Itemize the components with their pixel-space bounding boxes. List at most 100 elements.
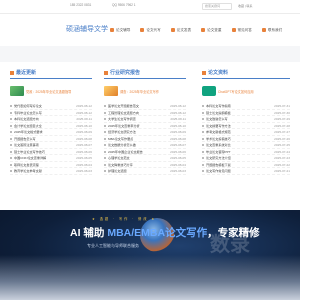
list-item-title-text[interactable]: 论文降重技巧分享 [108, 163, 133, 167]
list-item-title-text[interactable]: 专科毕业论文怎么写 [14, 111, 42, 115]
bullet-icon [104, 144, 106, 147]
list-item-title[interactable]: 论文写作常见问题 [202, 168, 231, 174]
list-item[interactable]: 护理论文选题 2025-08-03 [104, 168, 186, 175]
featured-title[interactable]: 党政：2025年毕业论文选题指导 [26, 89, 71, 94]
list-item-title[interactable]: 论文摘要写作方法 [202, 123, 231, 129]
list-item-title-text[interactable]: 论文写作常见问题 [206, 169, 231, 173]
list-item-title[interactable]: MBA论文写作要点 [104, 136, 133, 142]
list-item-title[interactable]: 论文致谢怎么写 [202, 116, 228, 122]
featured-item[interactable]: 党政：2025年毕业论文选题指导 [10, 85, 92, 97]
featured-title[interactable]: 调查：2025年毕业论文写作 [120, 89, 159, 94]
list-item-title[interactable]: 本科论文写作指南 [202, 103, 231, 109]
article-list: 医学论文开题报告范文 2025-08-12 工程管理论文选题方向 2025-08-12… [104, 103, 186, 175]
list-item-title-text[interactable]: 大学生论文写作调查 [108, 117, 136, 121]
list-item-title-text[interactable]: MBA论文写作要点 [108, 137, 133, 141]
list-item-title[interactable]: 开题报告怎么写 [10, 136, 36, 142]
nav-item-5[interactable]: 联系我们 [261, 28, 282, 33]
list-item-title-text[interactable]: 毕业论文答辩PPT [206, 150, 231, 154]
list-item-title-text[interactable]: 2025年论文格式要求 [14, 130, 43, 134]
list-item-title[interactable]: 专科毕业论文怎么写 [10, 110, 42, 116]
list-item-title-text[interactable]: 工程管理论文选题方向 [108, 111, 139, 115]
list-item-title[interactable]: 护理论文选题 [104, 168, 127, 174]
list-item-title-text[interactable]: 论文答辩注意事项 [14, 143, 39, 147]
list-item-title[interactable]: 2025年中国企业论文报告 [104, 149, 143, 155]
nav-item-4[interactable]: 常见问答 [231, 28, 252, 33]
list-item-title-text[interactable]: 本科论文选题方向 [14, 117, 39, 121]
phone-text: 185 2322 0831 [70, 3, 92, 7]
list-item-title[interactable]: 中国CNKI论文查重详解 [10, 155, 46, 161]
featured-item[interactable]: ChatGPT写论文如何应用 [202, 85, 290, 97]
list-item-title-text[interactable]: 医学论文开题报告范文 [108, 104, 139, 108]
list-item-title[interactable]: 心理学论文范文 [104, 155, 130, 161]
list-item-title-text[interactable]: 硕士毕业论文写作技巧 [14, 150, 45, 154]
nav-item-1[interactable]: 论文代写 [140, 28, 161, 33]
list-item-title-text[interactable]: 2025年中国企业论文报告 [108, 150, 143, 154]
list-item-title[interactable]: 开题报告模板下载 [202, 162, 231, 168]
hero-banner[interactable]: ★ 选题 · 写作 · 修改 ★ AI 辅助 MBA/EMBA论文写作，专家精修… [0, 210, 300, 300]
featured-thumbnail[interactable] [202, 86, 216, 96]
list-item-title-text[interactable]: 会计学论文题目大全 [14, 124, 42, 128]
list-item-title[interactable]: 2025年论文格式要求 [10, 129, 43, 135]
list-item-title-text[interactable]: 参考文献格式规范 [206, 130, 231, 134]
site-logo[interactable]: 硕涵辅导文学 [66, 24, 108, 34]
search-input[interactable]: 搜索关键词 [202, 3, 232, 10]
featured-item[interactable]: 调查：2025年毕业论文写作 [104, 85, 186, 97]
list-item-title[interactable]: 本科论文选题方向 [10, 116, 39, 122]
list-item-title-text[interactable]: 党代表如何写好论文 [14, 104, 42, 108]
list-item-title[interactable]: 论文数据分析怎么做 [104, 142, 136, 148]
bullet-icon [202, 131, 204, 134]
list-item-title-text[interactable]: 学术论文投稿技巧 [206, 137, 231, 141]
top-links[interactable]: 收藏 | 联系 [238, 4, 252, 8]
list-item-title-text[interactable]: 教育学论文参考文献 [14, 169, 42, 173]
list-item-title-text[interactable]: 开题报告模板下载 [206, 163, 231, 167]
list-item-title[interactable]: 教育学论文参考文献 [10, 168, 42, 174]
list-item[interactable]: 教育学论文参考文献 2025-08-03 [10, 168, 92, 175]
list-item-title-text[interactable]: 心理学论文范文 [108, 156, 130, 160]
list-item-title[interactable]: 经济学论文研究方法 [104, 129, 136, 135]
list-item-title[interactable]: 论文降重技巧分享 [104, 162, 133, 168]
list-item-title[interactable]: 大学生论文写作调查 [104, 116, 136, 122]
list-item-title[interactable]: 论文答辩注意事项 [10, 142, 39, 148]
list-item-title-text[interactable]: 论文数据分析怎么做 [108, 143, 136, 147]
list-item-title[interactable]: 参考文献格式规范 [202, 129, 231, 135]
nav-icon [201, 28, 206, 33]
bullet-icon [104, 105, 106, 108]
list-item-title[interactable]: 2025年论文查重率分析 [104, 123, 140, 129]
list-item-title[interactable]: 毕业论文答辩PPT [202, 149, 231, 155]
nav-item-0[interactable]: 论文辅导 [110, 28, 130, 33]
list-item-title-text[interactable]: 论文致谢怎么写 [206, 117, 228, 121]
list-item-title-text[interactable]: 职称论文发表流程 [14, 163, 39, 167]
list-item-title[interactable]: 工程管理论文选题方向 [104, 110, 139, 116]
bullet-icon [10, 111, 12, 114]
list-item-title-text[interactable]: 硕士论文提纲模板 [206, 111, 231, 115]
list-item-title[interactable]: 硕士毕业论文写作技巧 [10, 149, 45, 155]
list-item-title[interactable]: 会计学论文题目大全 [10, 123, 42, 129]
list-item-title-text[interactable]: 本科论文写作指南 [206, 104, 231, 108]
list-item-title-text[interactable]: 中国CNKI论文查重详解 [14, 156, 46, 160]
list-item-title-text[interactable]: 经济学论文研究方法 [108, 130, 136, 134]
main-nav: 论文辅导 论文代写 论文发表 论文查重 常见问答 联系我们 [110, 28, 282, 33]
list-item-title-text[interactable]: 论文研究方法介绍 [206, 156, 231, 160]
bullet-icon [202, 118, 204, 121]
list-item[interactable]: 论文写作常见问题 2025-07-21 [202, 168, 290, 175]
list-item-title[interactable]: 学术论文投稿技巧 [202, 136, 231, 142]
nav-item-2[interactable]: 论文发表 [170, 28, 191, 33]
list-item-title-text[interactable]: 护理论文选题 [108, 169, 127, 173]
list-item-title[interactable]: 论文查重系统对比 [202, 142, 231, 148]
list-item-title-text[interactable]: 开题报告怎么写 [14, 137, 36, 141]
featured-thumbnail[interactable] [10, 86, 24, 96]
list-item-date: 2025-08-03 [76, 169, 92, 173]
nav-item-3[interactable]: 论文查重 [201, 28, 222, 33]
featured-thumbnail[interactable] [104, 86, 118, 96]
list-item-title[interactable]: 党代表如何写好论文 [10, 103, 42, 109]
list-item-title-text[interactable]: 论文摘要写作方法 [206, 124, 231, 128]
list-item-title[interactable]: 硕士论文提纲模板 [202, 110, 231, 116]
bullet-icon [104, 124, 106, 127]
list-item-title[interactable]: 论文研究方法介绍 [202, 155, 231, 161]
list-item-title-text[interactable]: 论文查重系统对比 [206, 143, 231, 147]
featured-title[interactable]: ChatGPT写论文如何应用 [218, 89, 254, 94]
list-item-title[interactable]: 医学论文开题报告范文 [104, 103, 139, 109]
list-item-title[interactable]: 职称论文发表流程 [10, 162, 39, 168]
list-item-title-text[interactable]: 2025年论文查重率分析 [108, 124, 140, 128]
list-item-date: 2025-08-12 [76, 104, 92, 108]
